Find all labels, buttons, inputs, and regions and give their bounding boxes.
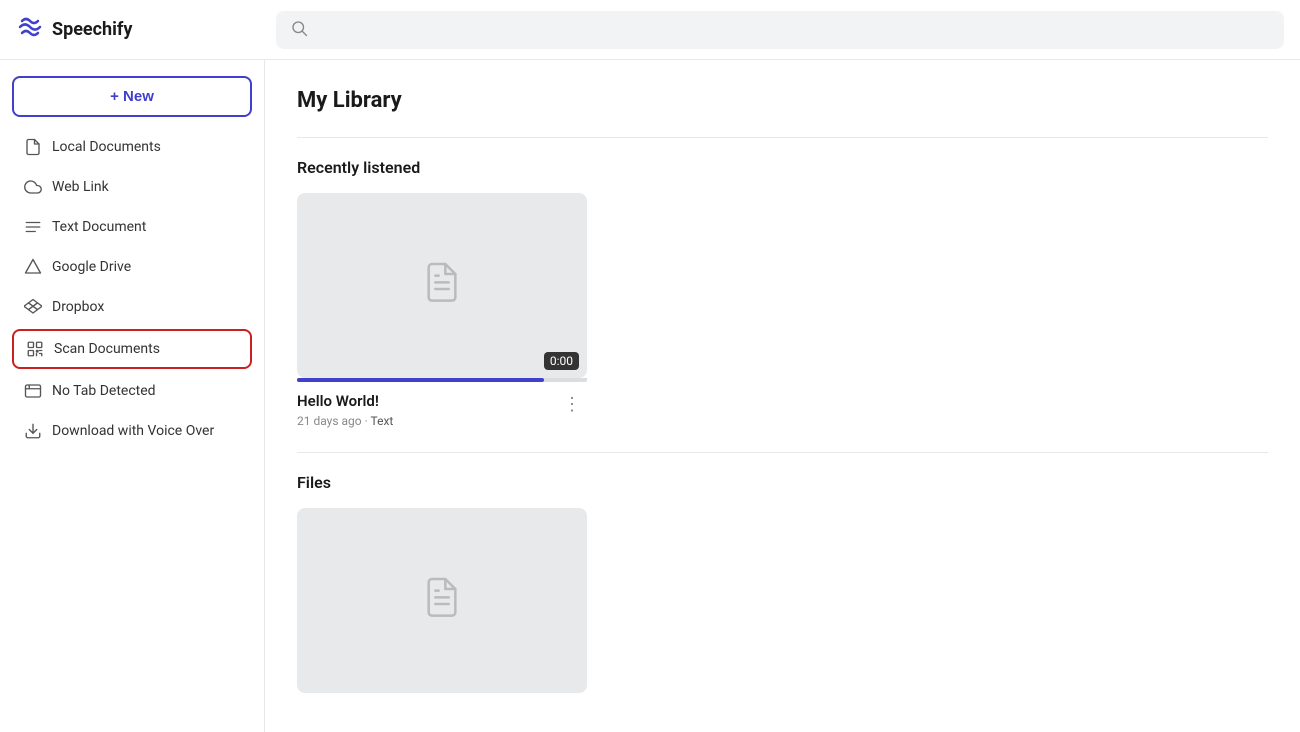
- card-menu-button[interactable]: ⋮: [557, 392, 587, 417]
- card-text-info: Hello World! 21 days ago · Text: [297, 392, 393, 428]
- tab-icon: [24, 382, 42, 400]
- sidebar-item-scan-documents[interactable]: Scan Documents: [12, 329, 252, 369]
- speechify-logo-icon: [16, 13, 44, 47]
- sidebar-item-local-documents[interactable]: Local Documents: [12, 129, 252, 165]
- body-layout: + New Local Documents Web Link Text Docu…: [0, 60, 1300, 732]
- files-section: Files: [297, 473, 1268, 693]
- sidebar-item-dropbox-label: Dropbox: [52, 299, 104, 315]
- search-input[interactable]: [316, 22, 1270, 38]
- logo-text: Speechify: [52, 19, 132, 40]
- sidebar-item-web-link-label: Web Link: [52, 179, 109, 195]
- time-badge: 0:00: [544, 352, 579, 370]
- card-hello-world[interactable]: 0:00 Hello World! 21 days ago · Text: [297, 193, 587, 428]
- search-bar[interactable]: [276, 11, 1284, 49]
- files-section-title: Files: [297, 473, 1268, 492]
- card-info: Hello World! 21 days ago · Text ⋮: [297, 392, 587, 428]
- cloud-icon: [24, 178, 42, 196]
- sidebar-item-web-link[interactable]: Web Link: [12, 169, 252, 205]
- sidebar-item-text-document[interactable]: Text Document: [12, 209, 252, 245]
- logo-area: Speechify: [16, 13, 276, 47]
- sidebar-item-dropbox[interactable]: Dropbox: [12, 289, 252, 325]
- main-content: My Library Recently listened: [265, 60, 1300, 732]
- recently-listened-section: Recently listened: [297, 158, 1268, 428]
- sidebar-item-no-tab-detected[interactable]: No Tab Detected: [12, 373, 252, 409]
- card-thumbnail-files: [297, 508, 587, 693]
- sidebar-item-no-tab-detected-label: No Tab Detected: [52, 383, 156, 399]
- download-icon: [24, 422, 42, 440]
- sidebar-item-local-documents-label: Local Documents: [52, 139, 161, 155]
- header: Speechify: [0, 0, 1300, 60]
- sidebar-item-download-voice-over-label: Download with Voice Over: [52, 423, 214, 439]
- dropbox-icon: [24, 298, 42, 316]
- google-drive-icon: [24, 258, 42, 276]
- card-files-placeholder[interactable]: [297, 508, 587, 693]
- text-lines-icon: [24, 218, 42, 236]
- scan-icon: [26, 340, 44, 358]
- card-meta: 21 days ago · Text: [297, 414, 393, 428]
- sidebar-item-google-drive[interactable]: Google Drive: [12, 249, 252, 285]
- card-doc-icon-files: [422, 575, 462, 627]
- card-meta-sep: ·: [365, 414, 368, 428]
- file-icon: [24, 138, 42, 156]
- sidebar-item-download-voice-over[interactable]: Download with Voice Over: [12, 413, 252, 449]
- page-title: My Library: [297, 88, 1268, 113]
- sidebar-item-scan-documents-label: Scan Documents: [54, 341, 160, 357]
- card-thumbnail: 0:00: [297, 193, 587, 378]
- sidebar: + New Local Documents Web Link Text Docu…: [0, 60, 265, 732]
- files-cards: [297, 508, 1268, 693]
- card-title: Hello World!: [297, 392, 393, 410]
- card-doc-icon: [422, 260, 462, 312]
- section-divider-2: [297, 452, 1268, 453]
- sidebar-item-text-document-label: Text Document: [52, 219, 146, 235]
- progress-bar-fill: [297, 378, 544, 382]
- recently-listened-title: Recently listened: [297, 158, 1268, 177]
- recently-listened-cards: 0:00 Hello World! 21 days ago · Text: [297, 193, 1268, 428]
- search-icon: [290, 19, 308, 41]
- sidebar-item-google-drive-label: Google Drive: [52, 259, 131, 275]
- card-meta-time: 21 days ago: [297, 414, 362, 428]
- progress-bar-wrap: [297, 378, 587, 382]
- new-button[interactable]: + New: [12, 76, 252, 117]
- card-meta-type: Text: [371, 414, 394, 428]
- section-divider-1: [297, 137, 1268, 138]
